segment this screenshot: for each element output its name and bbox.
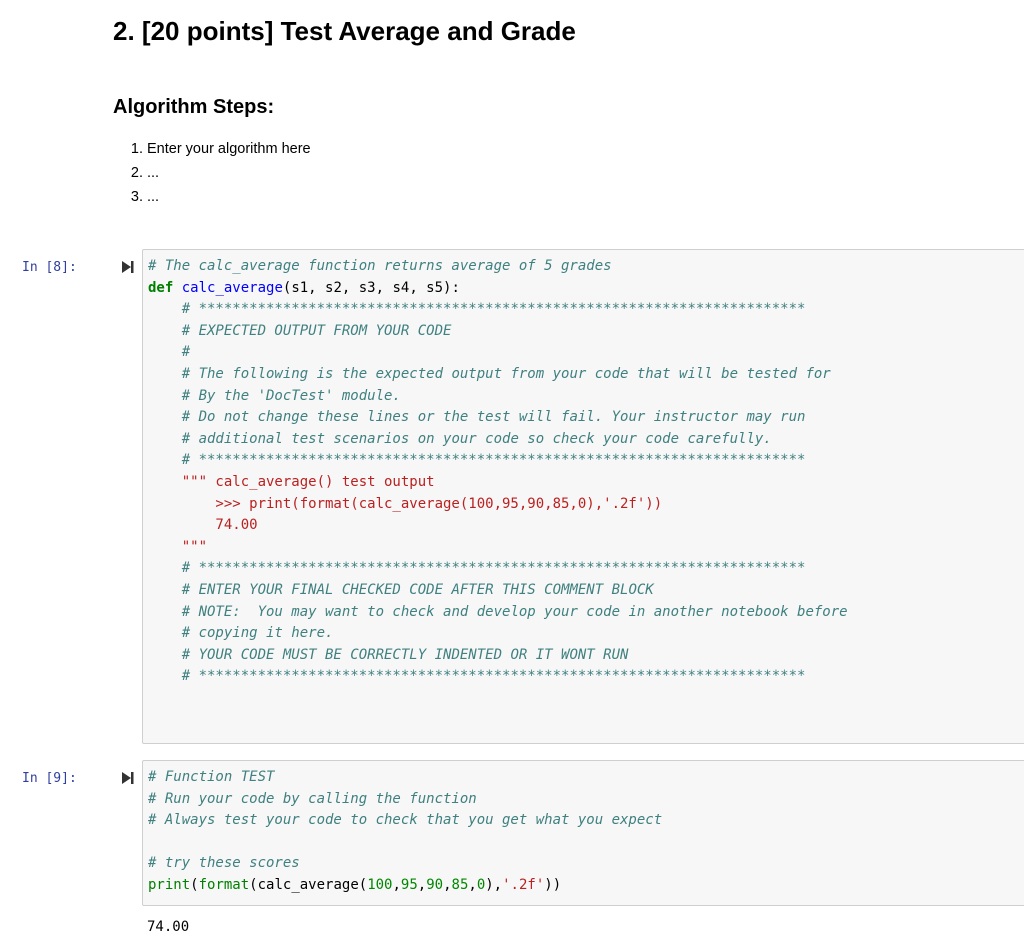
step-forward-icon[interactable] — [121, 770, 135, 786]
code-editor[interactable]: # The calc_average function returns aver… — [143, 250, 1024, 709]
list-item: ... — [147, 185, 311, 209]
cell-prompt: In [9]: — [22, 771, 77, 786]
cell-output: 74.00 — [147, 919, 190, 935]
list-item: ... — [147, 161, 311, 185]
code-editor[interactable]: # Function TEST # Run your code by calli… — [143, 761, 1024, 897]
list-item: Enter your algorithm here — [147, 137, 311, 161]
page-title: 2. [20 points] Test Average and Grade — [113, 16, 576, 46]
code-cell[interactable]: # The calc_average function returns aver… — [142, 249, 1024, 744]
algorithm-heading: Algorithm Steps: — [113, 96, 275, 118]
code-cell[interactable]: # Function TEST # Run your code by calli… — [142, 760, 1024, 906]
algorithm-steps-list: Enter your algorithm here ... ... — [113, 137, 311, 209]
step-forward-icon[interactable] — [121, 259, 135, 275]
cell-prompt: In [8]: — [22, 260, 77, 275]
